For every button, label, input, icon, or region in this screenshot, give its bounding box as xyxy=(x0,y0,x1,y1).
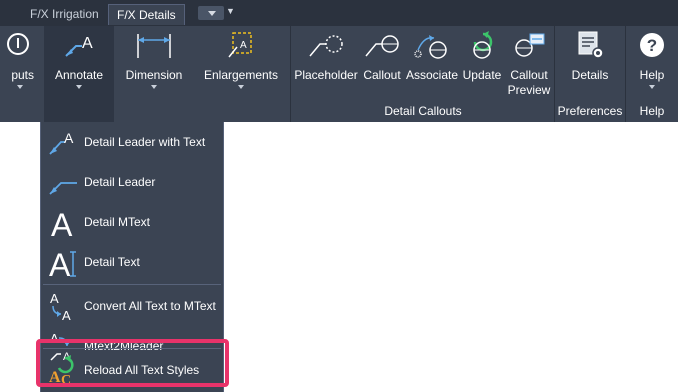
chevron-down-icon xyxy=(649,85,655,89)
update-label: Update xyxy=(462,68,502,82)
callout-label: Callout xyxy=(363,68,401,82)
ribbon-tab-bar: F/X Irrigation F/X Details ▼ xyxy=(0,0,678,26)
annotate-icon: A xyxy=(65,35,93,57)
placeholder-icon xyxy=(309,35,343,57)
ribbon-display-toggle[interactable] xyxy=(198,6,224,20)
associate-label: Associate xyxy=(406,68,459,82)
dimension-button[interactable]: Dimension xyxy=(118,30,190,89)
details-label: Details xyxy=(571,68,609,82)
chevron-down-icon xyxy=(238,85,244,89)
svg-text:A: A xyxy=(82,35,93,52)
update-icon xyxy=(473,31,493,59)
outputs-label: puts xyxy=(11,68,34,82)
annotate-button[interactable]: A Annotate xyxy=(44,30,114,89)
svg-text:A: A xyxy=(240,40,247,51)
help-button[interactable]: ? Help xyxy=(628,30,676,89)
details-button[interactable]: Details xyxy=(560,30,620,82)
svg-text:?: ? xyxy=(647,36,657,55)
annotate-label: Annotate xyxy=(54,68,104,82)
enlargements-icon: A xyxy=(228,32,252,58)
svg-text:A: A xyxy=(51,207,73,238)
update-button[interactable]: Update xyxy=(460,30,504,82)
group-help: Help xyxy=(639,104,665,118)
ribbon-divider xyxy=(290,26,291,122)
dimension-label: Dimension xyxy=(125,68,183,82)
outputs-icon xyxy=(7,33,29,55)
enlargements-label: Enlargements xyxy=(203,68,279,82)
menu-item-label: Detail MText xyxy=(84,215,151,229)
callout-preview-icon xyxy=(515,33,545,57)
svg-text:A: A xyxy=(64,130,74,146)
details-settings-icon xyxy=(578,31,604,59)
ribbon-divider xyxy=(554,26,555,122)
chevron-down-icon xyxy=(17,85,23,89)
chevron-down-icon xyxy=(151,85,157,89)
associate-button[interactable]: Associate xyxy=(406,30,458,82)
svg-text:A: A xyxy=(50,291,59,306)
associate-icon xyxy=(414,35,447,59)
chevron-down-icon[interactable]: ▼ xyxy=(226,6,235,16)
placeholder-label: Placeholder xyxy=(294,68,358,82)
tab-fx-irrigation[interactable]: F/X Irrigation xyxy=(22,4,107,24)
help-label: Help xyxy=(639,68,665,82)
callout-preview-label-1: Callout xyxy=(510,68,548,82)
callout-icon xyxy=(365,35,399,57)
menu-item-label: Convert All Text to MText xyxy=(84,299,216,313)
svg-text:A: A xyxy=(49,247,71,278)
menu-item-label: Detail Text xyxy=(84,255,140,269)
chevron-down-icon xyxy=(76,85,82,89)
placeholder-button[interactable]: Placeholder xyxy=(294,30,358,82)
text-icon: A xyxy=(49,247,76,278)
callout-preview-label-2: Preview xyxy=(507,83,551,97)
menu-item-label: Detail Leader with Text xyxy=(84,135,206,149)
menu-item-detail-leader-with-text[interactable]: A Detail Leader with Text xyxy=(41,122,223,162)
menu-item-detail-leader[interactable]: Detail Leader xyxy=(41,162,223,202)
enlargements-button[interactable]: A Enlargements xyxy=(198,30,284,89)
menu-item-convert-all-text[interactable]: A A Convert All Text to MText xyxy=(41,286,223,326)
leader-icon xyxy=(49,182,77,195)
convert-text-icon: A A xyxy=(50,291,71,322)
help-icon: ? xyxy=(640,33,664,57)
svg-text:A: A xyxy=(62,308,71,322)
leader-text-icon: A xyxy=(49,130,74,155)
mtext-icon: A xyxy=(51,207,73,238)
ribbon-panel: puts A Annotate Dimension A Enlargements xyxy=(0,26,678,122)
menu-item-label: Detail Leader xyxy=(84,175,156,189)
outputs-button[interactable]: puts xyxy=(0,30,40,89)
group-preferences: Preferences xyxy=(557,104,623,118)
menu-item-detail-mtext[interactable]: A Detail MText xyxy=(41,202,223,242)
menu-divider xyxy=(43,284,221,285)
menu-item-detail-text[interactable]: A Detail Text xyxy=(41,242,223,282)
group-detail-callouts: Detail Callouts xyxy=(384,104,462,118)
callout-preview-button[interactable]: Callout Preview xyxy=(506,30,552,97)
tab-fx-details[interactable]: F/X Details xyxy=(108,4,185,25)
callout-button[interactable]: Callout xyxy=(360,30,404,82)
highlight-box xyxy=(36,339,229,387)
dimension-icon xyxy=(137,34,171,58)
